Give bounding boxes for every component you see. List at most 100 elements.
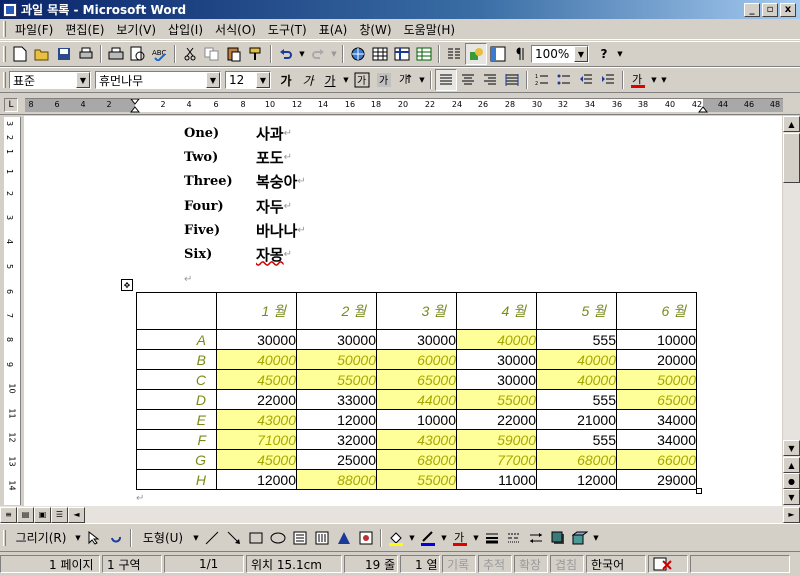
table-cell[interactable]: 40000	[456, 329, 537, 350]
table-cell[interactable]: 60000	[376, 349, 457, 370]
table-cell[interactable]: 30000	[376, 329, 457, 350]
menu-help[interactable]: 도움말(H)	[398, 21, 462, 38]
font-size-combo[interactable]: 12 ▼	[225, 71, 271, 89]
table-cell[interactable]: 45000	[216, 449, 297, 470]
toolbar-grip[interactable]	[3, 46, 6, 62]
horizontal-scrollbar[interactable]: ≡ ▤ ▣ ☰ ◄ ►	[0, 506, 800, 523]
menu-window[interactable]: 창(W)	[353, 21, 397, 38]
table-cell[interactable]: 71000	[216, 429, 297, 450]
row-label[interactable]: G	[136, 449, 217, 470]
table-cell[interactable]: 20000	[616, 349, 697, 370]
scroll-up-button[interactable]: ▲	[783, 116, 800, 132]
table-cell[interactable]: 55000	[456, 389, 537, 410]
text-box-icon[interactable]	[289, 527, 311, 549]
table-cell[interactable]: 55000	[376, 469, 457, 490]
columns-icon[interactable]	[443, 43, 465, 65]
draw-menu-dropdown-icon[interactable]: ▼	[73, 527, 83, 549]
tab-selector[interactable]: L	[4, 98, 18, 112]
table-cell[interactable]: 12000	[536, 469, 617, 490]
table-cell[interactable]: 22000	[216, 389, 297, 410]
table-cell[interactable]: 65000	[376, 369, 457, 390]
underline-dropdown-icon[interactable]: ▼	[341, 69, 351, 91]
table-cell[interactable]: 10000	[376, 409, 457, 430]
data-table[interactable]: 1 월 2 월 3 월 4 월 5 월 6 월 A 30000 30000 30000…	[136, 292, 697, 490]
table-cell[interactable]: 25000	[296, 449, 377, 470]
underline-button[interactable]: 가	[319, 69, 341, 91]
table-cell[interactable]: 555	[536, 429, 617, 450]
increase-indent-icon[interactable]	[597, 69, 619, 91]
row-label[interactable]: B	[136, 349, 217, 370]
table-cell[interactable]: 30000	[216, 329, 297, 350]
align-right-icon[interactable]	[479, 69, 501, 91]
menu-grip[interactable]	[3, 21, 6, 37]
fill-color-icon[interactable]	[385, 527, 407, 549]
open-folder-icon[interactable]	[31, 43, 53, 65]
font-combo[interactable]: 휴먼나무 ▼	[95, 71, 221, 89]
undo-icon[interactable]	[275, 43, 297, 65]
table-cell[interactable]: 29000	[616, 469, 697, 490]
show-hide-marks-icon[interactable]	[509, 43, 531, 65]
table-cell[interactable]: 50000	[296, 349, 377, 370]
row-label[interactable]: F	[136, 429, 217, 450]
table-cell[interactable]: 77000	[456, 449, 537, 470]
menu-format[interactable]: 서식(O)	[209, 21, 262, 38]
word-app-icon[interactable]	[3, 2, 17, 17]
header-cell[interactable]: 4 월	[456, 292, 537, 330]
toolbar-grip[interactable]	[3, 529, 6, 546]
scroll-left-button[interactable]: ◄	[68, 506, 85, 523]
undo-dropdown-icon[interactable]: ▼	[297, 43, 307, 65]
vertical-ruler[interactable]: 3 2 1 1 2 3 4 5 6 7 8 9 10 11 12 13 14	[4, 117, 21, 505]
status-record-macro[interactable]: 기록	[442, 555, 476, 573]
table-move-handle-icon[interactable]: ✥	[121, 279, 133, 291]
chevron-down-icon[interactable]: ▼	[76, 72, 90, 88]
numbering-icon[interactable]: 12	[531, 69, 553, 91]
chevron-down-icon[interactable]: ▼	[256, 72, 270, 88]
table-cell[interactable]: 40000	[536, 369, 617, 390]
wordart-icon[interactable]	[333, 527, 355, 549]
table-cell[interactable]: 34000	[616, 429, 697, 450]
table-cell[interactable]: 11000	[456, 469, 537, 490]
status-extend[interactable]: 확장	[514, 555, 548, 573]
chevron-down-icon[interactable]: ▼	[574, 46, 588, 62]
toolbar-options-icon[interactable]: ▼	[615, 43, 625, 65]
scroll-thumb[interactable]	[783, 133, 800, 183]
table-cell[interactable]: 50000	[616, 369, 697, 390]
format-painter-icon[interactable]	[245, 43, 267, 65]
dash-style-icon[interactable]	[503, 527, 525, 549]
line-icon[interactable]	[201, 527, 223, 549]
header-cell[interactable]: 2 월	[296, 292, 377, 330]
table-cell[interactable]: 30000	[456, 369, 537, 390]
table-cell[interactable]: 22000	[456, 409, 537, 430]
line-color-icon[interactable]	[417, 527, 439, 549]
draw-menu-button[interactable]: 그리기(R)	[9, 527, 73, 549]
oval-icon[interactable]	[267, 527, 289, 549]
print-preview-icon[interactable]	[75, 43, 97, 65]
spelling-status-icon[interactable]	[648, 555, 688, 573]
table-cell[interactable]: 88000	[296, 469, 377, 490]
distribute-icon[interactable]	[501, 69, 523, 91]
table-cell[interactable]: 40000	[216, 349, 297, 370]
next-page-button[interactable]: ▼	[783, 489, 800, 505]
line-color-dropdown-icon[interactable]: ▼	[439, 527, 449, 549]
status-overtype[interactable]: 겹침	[550, 555, 584, 573]
web-hyperlink-icon[interactable]	[347, 43, 369, 65]
table-cell[interactable]: 55000	[296, 369, 377, 390]
style-combo[interactable]: 표준 ▼	[9, 71, 91, 89]
table-cell[interactable]: 12000	[296, 409, 377, 430]
vertical-scrollbar[interactable]: ▲ ▼ ▲ ● ▼	[783, 116, 800, 506]
font-color-dropdown-icon[interactable]: ▼	[649, 69, 659, 91]
table-cell[interactable]: 40000	[536, 349, 617, 370]
row-label[interactable]: H	[136, 469, 217, 490]
autoshapes-dropdown-icon[interactable]: ▼	[191, 527, 201, 549]
bullets-icon[interactable]	[553, 69, 575, 91]
free-rotate-icon[interactable]	[105, 527, 127, 549]
left-indent-marker[interactable]	[130, 99, 140, 113]
table-cell[interactable]: 32000	[296, 429, 377, 450]
table-cell[interactable]: 66000	[616, 449, 697, 470]
select-objects-icon[interactable]	[83, 527, 105, 549]
table-cell[interactable]: 555	[536, 329, 617, 350]
row-label[interactable]: A	[136, 329, 217, 350]
outline-view-icon[interactable]: ☰	[51, 506, 68, 523]
table-insert-icon[interactable]	[369, 43, 391, 65]
toolbar-grip[interactable]	[3, 72, 6, 88]
